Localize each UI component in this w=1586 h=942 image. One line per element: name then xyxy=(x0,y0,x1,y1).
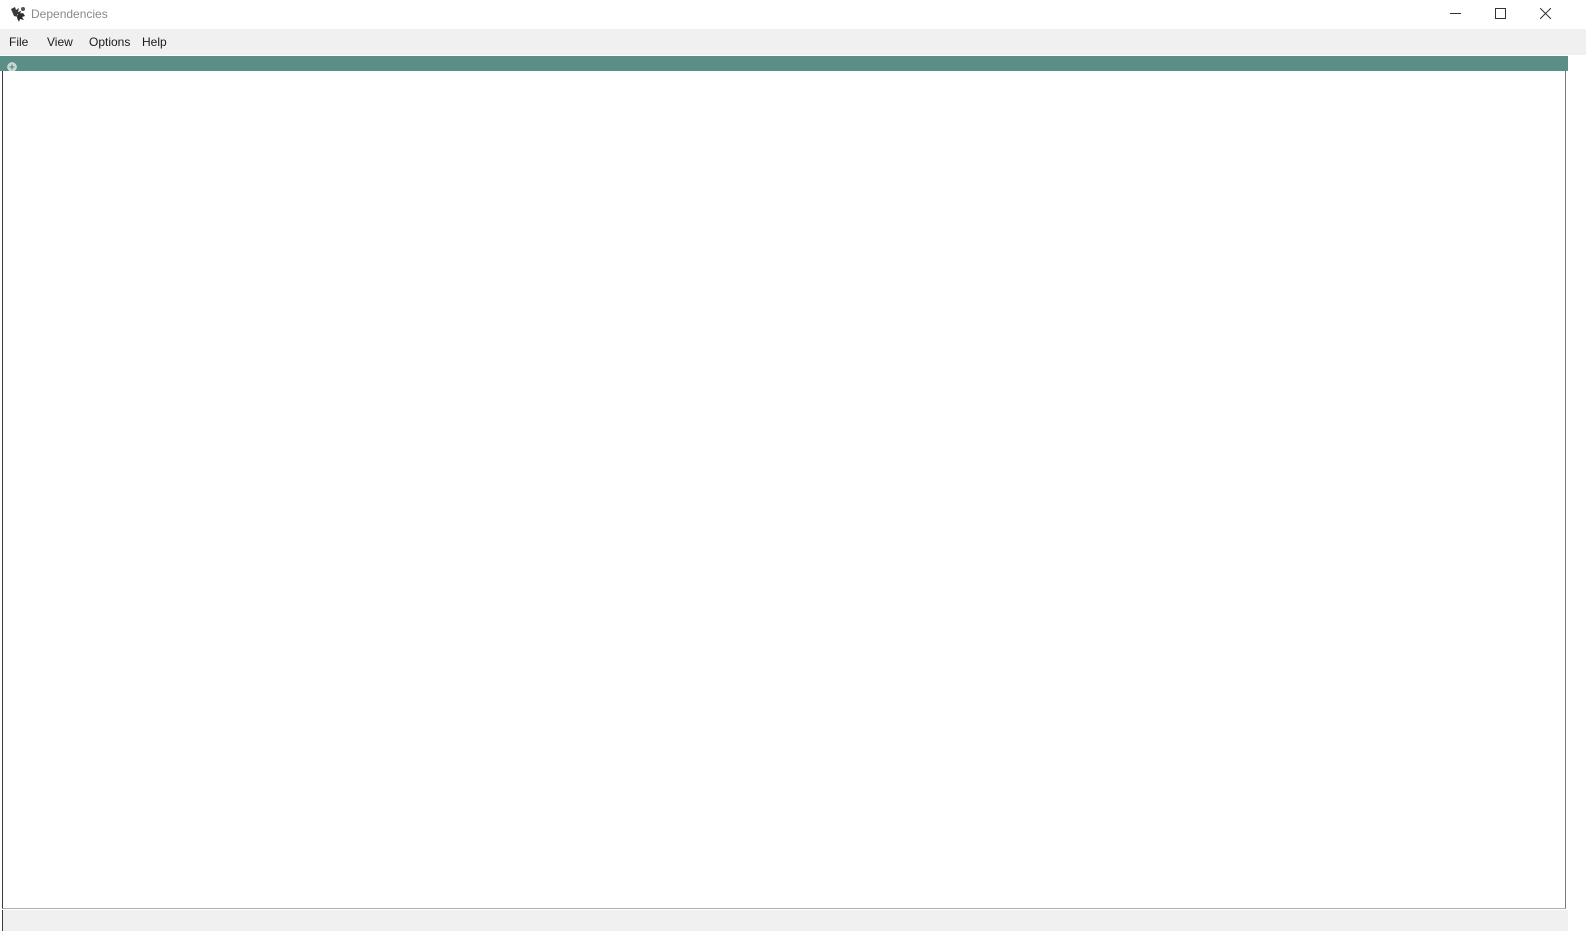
add-tab-icon[interactable] xyxy=(7,59,17,72)
menu-view[interactable]: View xyxy=(43,29,77,55)
app-window: Dependencies File View Options Help xyxy=(0,0,1586,942)
dependencies-app-icon[interactable] xyxy=(9,5,27,23)
minimize-button[interactable] xyxy=(1433,0,1478,29)
close-icon xyxy=(1539,6,1552,24)
menu-bar: File View Options Help xyxy=(0,29,1586,55)
close-button[interactable] xyxy=(1523,0,1568,29)
window-title: Dependencies xyxy=(31,7,108,21)
document-tab-strip xyxy=(0,56,1568,72)
maximize-button[interactable] xyxy=(1478,0,1523,29)
window-bottom-edge xyxy=(0,931,1586,942)
main-content-area[interactable] xyxy=(2,71,1566,909)
menu-options[interactable]: Options xyxy=(85,29,134,55)
maximize-icon xyxy=(1495,6,1506,24)
menu-help[interactable]: Help xyxy=(138,29,171,55)
window-right-edge xyxy=(1568,56,1586,931)
minimize-icon xyxy=(1450,6,1461,24)
menu-file[interactable]: File xyxy=(5,29,32,55)
status-bar xyxy=(2,910,1568,931)
title-bar[interactable]: Dependencies xyxy=(0,0,1586,29)
